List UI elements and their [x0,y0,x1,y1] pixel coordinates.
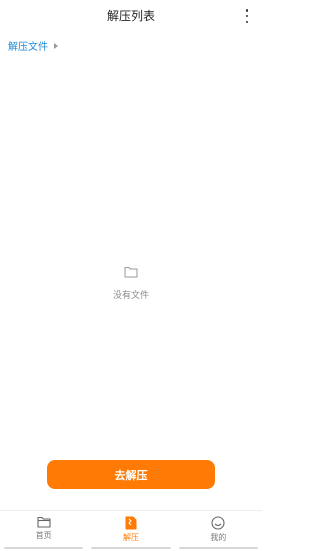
breadcrumb[interactable]: 解压文件 [8,38,58,53]
zip-file-icon [125,516,137,530]
more-vertical-icon [245,9,249,12]
page-title: 解压列表 [106,9,155,23]
tab-home[interactable]: 首页 [0,511,87,551]
tab-underline [4,547,84,549]
go-extract-button[interactable]: 去解压 [47,460,215,489]
bottom-tab-bar: 首页 解压 我的 [0,510,262,551]
tab-profile-label: 我的 [210,533,227,542]
tab-extract[interactable]: 解压 [87,511,174,551]
empty-state-text: 没有文件 [112,291,149,301]
breadcrumb-label: 解压文件 [8,42,48,53]
empty-state: 没有文件 [0,266,262,301]
folder-outline-icon [124,266,138,278]
smiley-face-icon [211,516,225,530]
tab-underline [178,547,258,549]
tab-home-label: 首页 [35,531,52,540]
more-options-button[interactable] [242,9,252,23]
app-header: 解压列表 [0,0,262,32]
tab-underline [91,547,171,549]
tab-profile[interactable]: 我的 [175,511,262,551]
tab-extract-label: 解压 [122,533,139,542]
folder-icon [37,516,51,528]
caret-right-icon [54,42,58,49]
